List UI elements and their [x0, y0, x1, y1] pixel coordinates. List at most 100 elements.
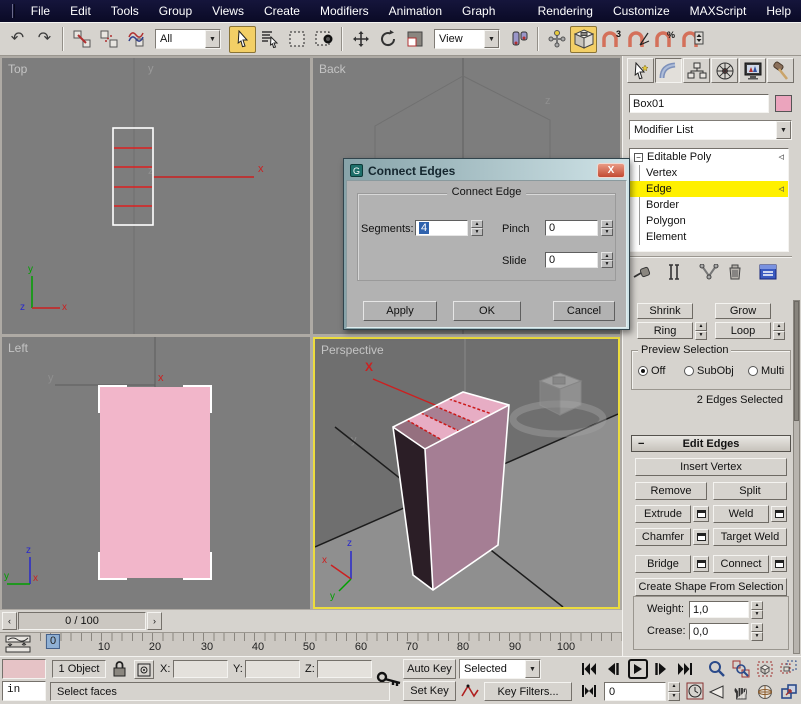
y-coordinate-input[interactable]: [245, 660, 300, 678]
zoom-extents-all-button[interactable]: [780, 660, 798, 678]
viewport-left[interactable]: Left y x z y x: [2, 337, 310, 609]
select-object-button[interactable]: [229, 26, 256, 53]
collapse-icon[interactable]: −: [634, 153, 643, 162]
current-frame-marker[interactable]: 0: [46, 634, 60, 649]
chamfer-settings-button[interactable]: [693, 529, 709, 545]
unlink-button[interactable]: [95, 26, 122, 53]
tab-display[interactable]: [739, 58, 766, 83]
menu-maxscript[interactable]: MAXScript: [680, 0, 757, 22]
tab-create[interactable]: [627, 58, 654, 83]
timeline-ruler[interactable]: 0 10 20 30 40 50 60 70 80 90 100: [40, 633, 623, 657]
select-and-link-button[interactable]: [68, 26, 95, 53]
viewport-top[interactable]: Top y z x y x z: [2, 58, 310, 334]
close-icon[interactable]: X: [597, 163, 625, 178]
show-in-viewport-icon[interactable]: ◃: [778, 181, 784, 197]
show-in-viewport-icon[interactable]: ◃: [778, 149, 784, 165]
segments-spinner[interactable]: ▲▼: [471, 220, 483, 236]
absolute-offset-toggle[interactable]: [134, 660, 154, 679]
shrink-button[interactable]: Shrink: [637, 303, 693, 319]
tab-utilities[interactable]: [767, 58, 794, 83]
current-frame-input[interactable]: 0: [604, 682, 666, 701]
menu-views[interactable]: Views: [202, 0, 254, 22]
next-frame-button[interactable]: [653, 661, 669, 677]
play-button[interactable]: [628, 659, 648, 679]
menu-graph-editors[interactable]: Graph Editors: [452, 0, 528, 22]
grow-button[interactable]: Grow: [715, 303, 771, 319]
spinner-snap-button[interactable]: [678, 26, 705, 53]
tab-hierarchy[interactable]: [683, 58, 710, 83]
viewport-left-label[interactable]: Left: [8, 341, 28, 355]
select-by-name-button[interactable]: [256, 26, 283, 53]
dialog-title-bar[interactable]: G Connect Edges X: [346, 161, 627, 180]
mini-curve-editor-icon[interactable]: [4, 635, 34, 654]
make-unique-icon[interactable]: [699, 264, 719, 280]
weight-input[interactable]: 1,0: [689, 601, 749, 618]
slide-spinner[interactable]: ▲▼: [601, 252, 613, 268]
extrude-settings-button[interactable]: [693, 506, 709, 522]
percent-snap-button[interactable]: %: [651, 26, 678, 53]
ok-button[interactable]: OK: [453, 301, 521, 321]
frame-back-button[interactable]: ‹: [2, 612, 17, 630]
slide-input[interactable]: 0: [545, 252, 598, 268]
tab-modify[interactable]: [655, 58, 682, 83]
pin-stack-icon[interactable]: [633, 264, 653, 280]
z-coordinate-input[interactable]: [317, 660, 372, 678]
arc-rotate-button[interactable]: [756, 683, 774, 701]
bind-to-spacewarp-button[interactable]: [122, 26, 149, 53]
bridge-button[interactable]: Bridge: [635, 555, 691, 573]
preview-off-radio[interactable]: Off: [638, 365, 665, 377]
stack-row-editable-poly[interactable]: − Editable Poly ◃: [630, 149, 788, 165]
go-to-end-button[interactable]: [677, 661, 693, 677]
modifier-list-dropdown[interactable]: Modifier List ▼: [629, 120, 792, 140]
object-color-swatch[interactable]: [775, 95, 792, 112]
frame-spinner[interactable]: ▲▼: [668, 682, 680, 701]
loop-button[interactable]: Loop: [715, 322, 771, 339]
stack-row-border[interactable]: Border: [630, 197, 788, 213]
window-crossing-button[interactable]: [310, 26, 337, 53]
snaps-toggle-button[interactable]: [570, 26, 597, 53]
weld-settings-button[interactable]: [771, 506, 787, 522]
key-mode-dropdown[interactable]: Selected ▼: [459, 659, 541, 679]
weld-button[interactable]: Weld: [713, 505, 769, 523]
preview-subobj-radio[interactable]: SubObj: [684, 365, 734, 377]
go-to-start-button[interactable]: [581, 661, 597, 677]
pan-button[interactable]: [732, 683, 750, 701]
use-center-button[interactable]: [506, 26, 533, 53]
stack-row-edge[interactable]: Edge ◃: [630, 181, 788, 197]
connect-button[interactable]: Connect: [713, 555, 769, 573]
auto-key-button[interactable]: Auto Key: [403, 659, 456, 679]
preview-multi-radio[interactable]: Multi: [748, 365, 784, 377]
weight-spinner[interactable]: ▲▼: [751, 601, 763, 618]
pinch-spinner[interactable]: ▲▼: [601, 220, 613, 236]
crease-input[interactable]: 0,0: [689, 623, 749, 640]
show-end-result-icon[interactable]: [667, 263, 681, 281]
menu-help[interactable]: Help: [756, 0, 801, 22]
select-and-manipulate-button[interactable]: [543, 26, 570, 53]
menu-customize[interactable]: Customize: [603, 0, 680, 22]
undo-button[interactable]: ↶: [4, 26, 31, 53]
crease-spinner[interactable]: ▲▼: [751, 623, 763, 640]
time-slider[interactable]: 0 / 100: [18, 612, 146, 630]
key-tangents-icon[interactable]: [460, 682, 480, 700]
time-configuration-button[interactable]: [686, 682, 704, 700]
maxscript-mini-listener[interactable]: in: [2, 681, 46, 701]
menu-rendering[interactable]: Rendering: [528, 0, 603, 22]
create-shape-button[interactable]: Create Shape From Selection: [635, 578, 787, 596]
viewport-perspective[interactable]: Perspective y X: [313, 337, 620, 609]
apply-button[interactable]: Apply: [363, 301, 437, 321]
zoom-all-button[interactable]: [732, 660, 750, 678]
segments-input[interactable]: 4: [415, 220, 468, 236]
set-key-button[interactable]: Set Key: [403, 681, 456, 701]
viewport-top-label[interactable]: Top: [8, 62, 27, 76]
menu-modifiers[interactable]: Modifiers: [310, 0, 379, 22]
stack-row-vertex[interactable]: Vertex: [630, 165, 788, 181]
key-filters-button[interactable]: Key Filters...: [484, 682, 572, 701]
configure-modifier-sets-icon[interactable]: [759, 263, 777, 281]
viewport-back-label[interactable]: Back: [319, 62, 346, 76]
selection-lock-icon[interactable]: [113, 660, 126, 677]
select-and-scale-button[interactable]: [401, 26, 428, 53]
menu-group[interactable]: Group: [149, 0, 202, 22]
select-and-rotate-button[interactable]: [374, 26, 401, 53]
zoom-extents-button[interactable]: [756, 660, 774, 678]
selection-filter-dropdown[interactable]: All ▼: [155, 29, 221, 49]
